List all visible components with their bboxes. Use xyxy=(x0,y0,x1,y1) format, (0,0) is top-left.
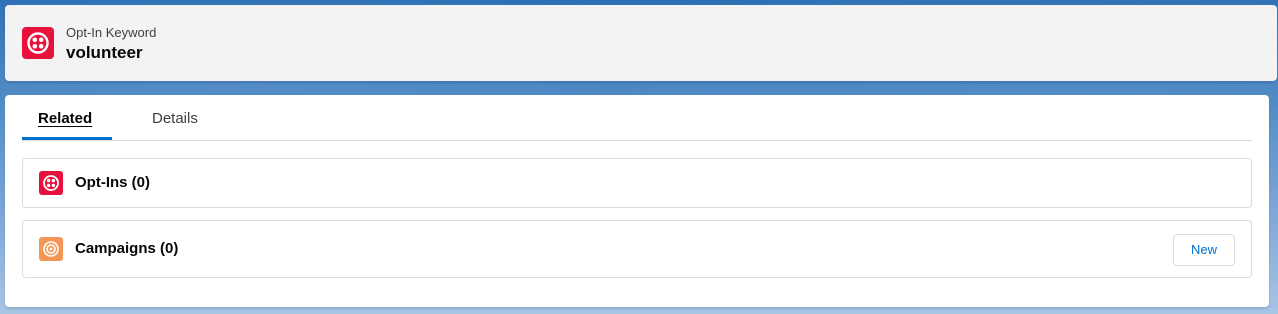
new-campaign-button[interactable]: New xyxy=(1173,234,1235,266)
campaigns-list-title[interactable]: Campaigns (0) xyxy=(75,239,178,259)
opt-ins-list-title[interactable]: Opt-Ins (0) xyxy=(75,173,150,193)
tab-details[interactable]: Details xyxy=(152,110,198,128)
twilio-icon xyxy=(39,171,63,195)
related-list-opt-ins: Opt-Ins (0) xyxy=(22,158,1252,208)
related-list-campaigns: Campaigns (0) New xyxy=(22,220,1252,278)
tab-related[interactable]: Related xyxy=(38,110,92,128)
record-type-label: Opt-In Keyword xyxy=(66,25,157,40)
record-title: volunteer xyxy=(66,43,143,62)
campaign-target-icon xyxy=(39,237,63,261)
record-header: Opt-In Keyword volunteer xyxy=(5,5,1277,81)
twilio-icon xyxy=(22,27,54,59)
tab-bar: Related Details xyxy=(22,95,1252,141)
related-tab-card: Related Details Opt-Ins (0) Campaigns (0… xyxy=(5,95,1269,307)
active-tab-indicator xyxy=(22,137,112,140)
